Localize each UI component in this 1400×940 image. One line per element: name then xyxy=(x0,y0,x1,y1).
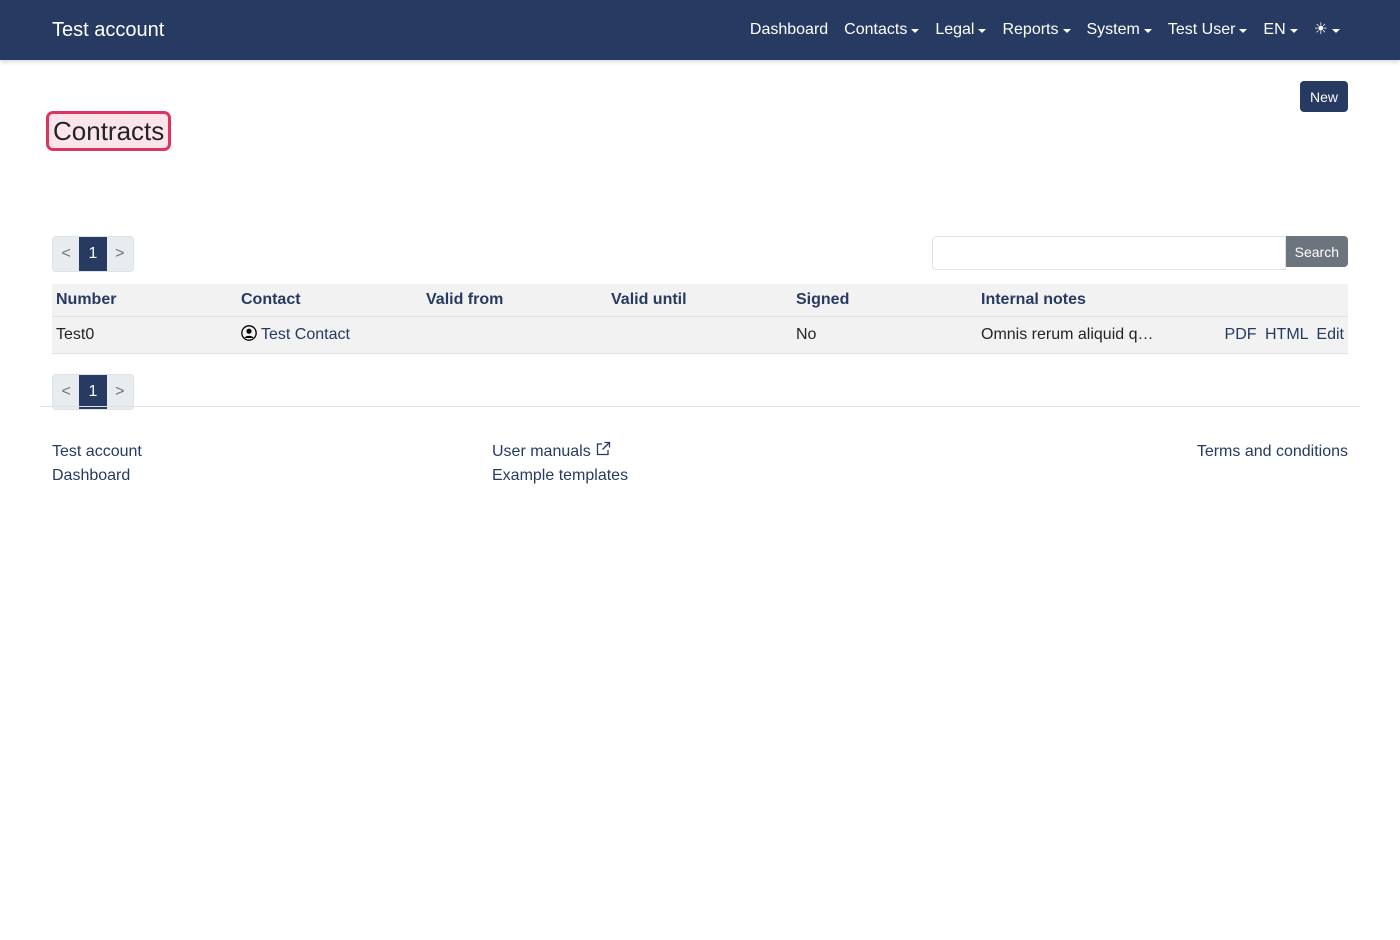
nav-contacts-dropdown[interactable]: Contacts xyxy=(836,21,927,39)
footer-link-dashboard[interactable]: Dashboard xyxy=(52,464,142,488)
caret-down-icon xyxy=(978,29,987,33)
caret-down-icon xyxy=(1332,29,1340,33)
caret-down-icon xyxy=(1289,29,1298,33)
nav-system-dropdown[interactable]: System xyxy=(1079,21,1160,39)
nav-dashboard[interactable]: Dashboard xyxy=(742,21,836,39)
table-row: Test0 Test Contact No Omnis rerum aliqui… xyxy=(52,315,1348,354)
edit-link[interactable]: Edit xyxy=(1316,326,1344,343)
cell-signed: No xyxy=(792,315,977,354)
pagination-top: < 1 > xyxy=(52,236,134,272)
pdf-link[interactable]: PDF xyxy=(1225,326,1257,343)
nav-reports-label: Reports xyxy=(1002,21,1059,38)
contact-link[interactable]: Test Contact xyxy=(261,326,350,343)
nav-language-dropdown[interactable]: EN xyxy=(1255,21,1305,39)
column-header-actions xyxy=(1162,284,1348,316)
nav-theme-dropdown[interactable]: ☀ xyxy=(1306,22,1348,38)
footer-link-example-templates[interactable]: Example templates xyxy=(492,464,628,488)
page-title-highlight: Contracts xyxy=(46,111,172,151)
caret-down-icon xyxy=(1062,29,1071,33)
nav-links: Dashboard Contacts Legal Reports System … xyxy=(742,21,1348,39)
pagination-page-1[interactable]: 1 xyxy=(79,237,107,271)
search-button[interactable]: Search xyxy=(1285,236,1348,267)
external-link-icon xyxy=(596,441,610,456)
nav-system-label: System xyxy=(1086,21,1140,38)
footer-right-links: Terms and conditions xyxy=(1197,440,1348,488)
nav-legal-label: Legal xyxy=(935,21,975,38)
caret-down-icon xyxy=(911,29,920,33)
sun-icon: ☀ xyxy=(1313,21,1328,38)
cell-number: Test0 xyxy=(52,315,237,354)
caret-down-icon xyxy=(1239,29,1248,33)
table-header-row: Number Contact Valid from Valid until Si… xyxy=(52,284,1348,316)
footer-left-links: Test account Dashboard xyxy=(52,440,142,488)
cell-contact: Test Contact xyxy=(237,315,422,354)
pagination-prev[interactable]: < xyxy=(53,237,79,271)
cell-actions: PDF HTML Edit xyxy=(1162,315,1348,354)
nav-contacts-label: Contacts xyxy=(844,21,908,38)
cell-valid-from xyxy=(422,315,607,354)
person-circle-icon xyxy=(241,325,257,341)
cell-valid-until xyxy=(607,315,792,354)
column-header-valid-from[interactable]: Valid from xyxy=(422,284,607,316)
nav-user-label: Test User xyxy=(1167,21,1236,38)
search-input[interactable] xyxy=(931,236,1286,270)
nav-language-label: EN xyxy=(1263,21,1286,38)
nav-legal-dropdown[interactable]: Legal xyxy=(927,21,994,39)
column-header-signed[interactable]: Signed xyxy=(792,284,977,316)
column-header-valid-until[interactable]: Valid until xyxy=(607,284,792,316)
pagination-page-1[interactable]: 1 xyxy=(79,375,107,409)
new-contract-button[interactable]: New xyxy=(1299,81,1348,112)
cell-internal-notes: Omnis rerum aliquid q… xyxy=(977,315,1162,354)
pagination-prev[interactable]: < xyxy=(53,375,79,409)
html-link[interactable]: HTML xyxy=(1265,326,1308,343)
top-navbar: Test account Dashboard Contacts Legal Re… xyxy=(0,0,1400,60)
footer-link-terms[interactable]: Terms and conditions xyxy=(1197,440,1348,464)
footer: Test account Dashboard User manuals Exam… xyxy=(52,440,1348,488)
pagination-next[interactable]: > xyxy=(107,237,133,271)
column-header-contact[interactable]: Contact xyxy=(237,284,422,316)
column-header-internal-notes[interactable]: Internal notes xyxy=(977,284,1162,316)
pagination-bottom: < 1 > xyxy=(52,374,134,410)
footer-divider xyxy=(40,406,1360,407)
caret-down-icon xyxy=(1143,29,1152,33)
column-header-number[interactable]: Number xyxy=(52,284,237,316)
nav-user-dropdown[interactable]: Test User xyxy=(1160,21,1256,39)
page-title: Contracts xyxy=(53,116,165,146)
search-form: Search xyxy=(931,236,1348,270)
nav-dashboard-label: Dashboard xyxy=(749,21,829,38)
pagination-next[interactable]: > xyxy=(107,375,133,409)
nav-reports-dropdown[interactable]: Reports xyxy=(994,21,1078,39)
footer-link-user-manuals[interactable]: User manuals xyxy=(492,443,591,460)
footer-link-account[interactable]: Test account xyxy=(52,440,142,464)
contracts-table: Number Contact Valid from Valid until Si… xyxy=(52,284,1348,354)
footer-middle-links: User manuals Example templates xyxy=(492,440,628,488)
brand-link[interactable]: Test account xyxy=(52,19,164,42)
